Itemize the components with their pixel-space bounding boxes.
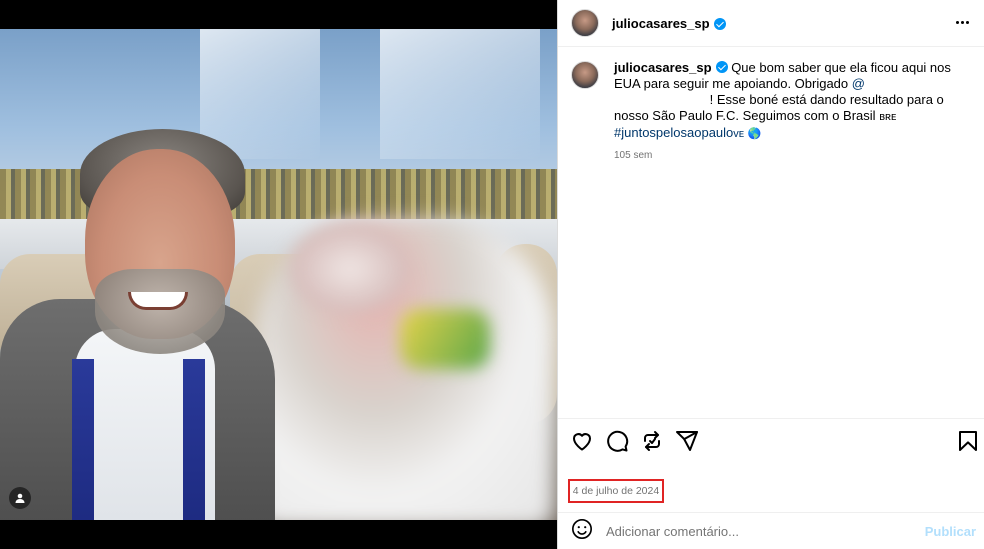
caption-body: juliocasares_sp Que bom saber que ela fi… bbox=[614, 60, 954, 164]
post-header: juliocasares_sp bbox=[558, 0, 984, 47]
hashtag-link[interactable]: #juntospelosaopauloᴠᴇ bbox=[614, 125, 744, 140]
lanyard bbox=[183, 359, 205, 520]
comment-icon[interactable] bbox=[605, 429, 629, 453]
comment-input[interactable] bbox=[606, 523, 906, 539]
lanyard bbox=[72, 359, 94, 520]
verified-badge-icon bbox=[715, 61, 728, 73]
heart-icon[interactable] bbox=[570, 429, 594, 453]
bookmark-icon[interactable] bbox=[956, 429, 980, 453]
man-beard bbox=[95, 269, 225, 354]
post-date[interactable]: 4 de julho de 2024 bbox=[573, 485, 659, 497]
send-icon[interactable] bbox=[675, 429, 699, 453]
post-media[interactable] bbox=[0, 0, 557, 549]
repost-icon[interactable] bbox=[640, 429, 664, 453]
publish-button[interactable]: Publicar bbox=[925, 524, 976, 539]
flag-text: ʙʀᴇ bbox=[879, 111, 897, 123]
header-username[interactable]: juliocasares_sp bbox=[612, 16, 710, 31]
man-smile bbox=[128, 292, 188, 310]
mention-link[interactable]: @ bbox=[852, 76, 865, 91]
blurred-cap bbox=[290, 224, 410, 314]
date-highlight-box: 4 de julho de 2024 bbox=[568, 479, 664, 503]
ceiling-light bbox=[380, 29, 540, 159]
post-photo[interactable] bbox=[0, 29, 557, 520]
redacted-mention bbox=[614, 94, 706, 107]
user-tag-icon[interactable] bbox=[9, 487, 31, 509]
hashtag-suffix: ᴠᴇ bbox=[733, 128, 745, 140]
hashtag-text: #juntospelosaopaulo bbox=[614, 125, 734, 140]
post-panel: juliocasares_sp juliocasares_sp Que bom … bbox=[557, 0, 984, 549]
verified-badge-icon bbox=[713, 18, 726, 30]
avatar[interactable] bbox=[571, 9, 599, 37]
caption-avatar[interactable] bbox=[571, 61, 599, 89]
caption: juliocasares_sp Que bom saber que ela fi… bbox=[571, 60, 971, 164]
emoji-icon[interactable] bbox=[571, 518, 593, 545]
blurred-flag bbox=[400, 309, 490, 369]
globe-emoji: 🌎 bbox=[747, 128, 762, 140]
more-icon[interactable] bbox=[952, 12, 972, 32]
action-bar bbox=[558, 418, 984, 462]
ceiling-light bbox=[200, 29, 320, 159]
time-ago[interactable]: 105 sem bbox=[614, 148, 954, 164]
caption-username[interactable]: juliocasares_sp bbox=[614, 60, 712, 75]
comment-bar: Publicar bbox=[558, 512, 984, 549]
